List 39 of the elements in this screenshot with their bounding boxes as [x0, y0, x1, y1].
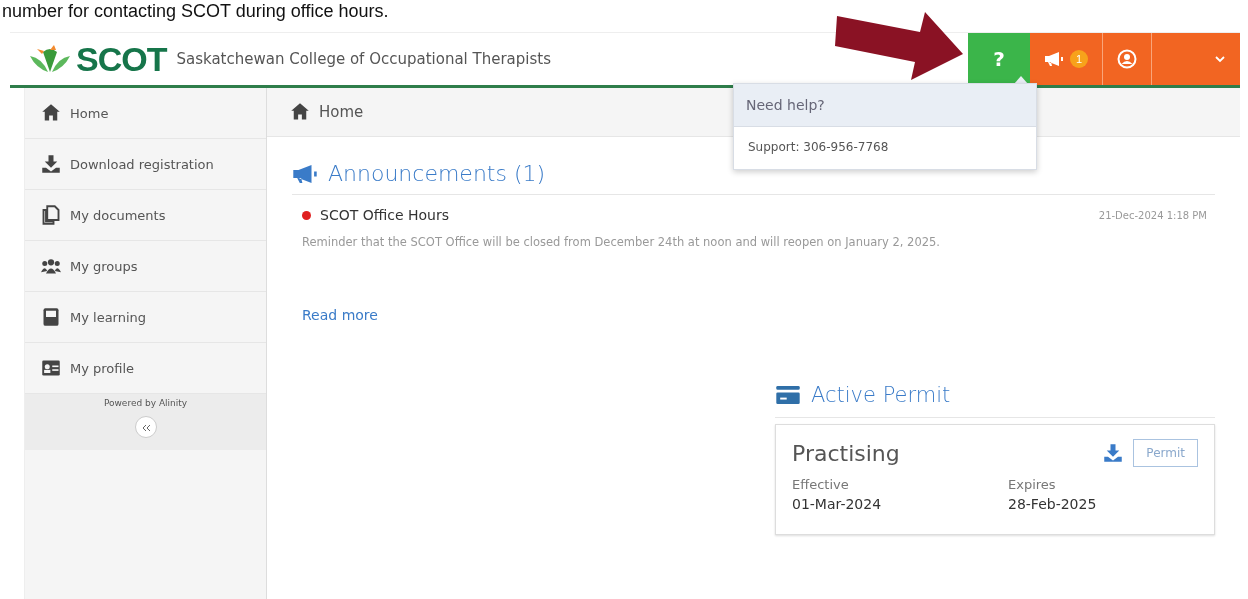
field-label: Effective — [792, 477, 850, 492]
popup-title: Need help? — [734, 84, 1036, 127]
double-chevron-left-icon — [140, 423, 151, 432]
breadcrumb-link[interactable]: Home — [319, 103, 364, 121]
powered-by-text: Powered by Alinity — [102, 398, 189, 408]
groups-icon — [41, 256, 61, 276]
notification-badge: 1 — [1070, 50, 1088, 68]
chevron-down-icon[interactable] — [1214, 55, 1226, 63]
logo-wordmark[interactable]: SCOT — [76, 39, 167, 79]
org-name: Saskatchewan College of Occupational Therapists — [176, 50, 551, 68]
leaf-logo-icon — [28, 44, 72, 74]
home-icon — [41, 103, 61, 123]
announcement-text: Reminder that the SCOT Office will be closed from December 24th at noon and will reopen on January 2, 2025. — [301, 234, 941, 249]
support-phone: Support: 306-956-7768 — [747, 139, 890, 156]
card-icon — [775, 383, 801, 407]
announcement-date: 21-Dec-2024 1:18 PM — [1098, 209, 1207, 221]
announcement-title: SCOT Office Hours — [320, 207, 450, 223]
home-icon — [289, 102, 311, 122]
sidebar-item[interactable]: My learning — [25, 292, 266, 343]
profile-icon — [41, 358, 61, 378]
section-title: Announcements (1) — [328, 161, 546, 186]
user-icon — [1117, 49, 1137, 69]
field-value: 28-Feb-2025 — [1008, 496, 1098, 512]
megaphone-icon — [1044, 51, 1064, 67]
caption-text: number for contacting SCOT during office hours. — [1, 0, 390, 22]
sidebar-item[interactable]: Home — [25, 88, 266, 139]
download-icon — [41, 154, 61, 174]
documents-icon — [41, 205, 61, 225]
book-icon — [41, 307, 61, 327]
field-label: Expires — [1008, 477, 1057, 492]
collapse-button[interactable] — [134, 416, 157, 438]
read-more-link[interactable]: Read more — [302, 307, 378, 323]
permit-status: Practising — [792, 440, 901, 466]
sidebar-item[interactable]: Download registration — [25, 139, 266, 190]
section-title: Active Permit — [811, 383, 951, 407]
download-icon[interactable] — [1103, 443, 1124, 463]
field-value: 01-Mar-2024 — [792, 496, 883, 512]
sidebar-item[interactable]: My documents — [25, 190, 266, 241]
sidebar-item[interactable]: My groups — [25, 241, 266, 292]
